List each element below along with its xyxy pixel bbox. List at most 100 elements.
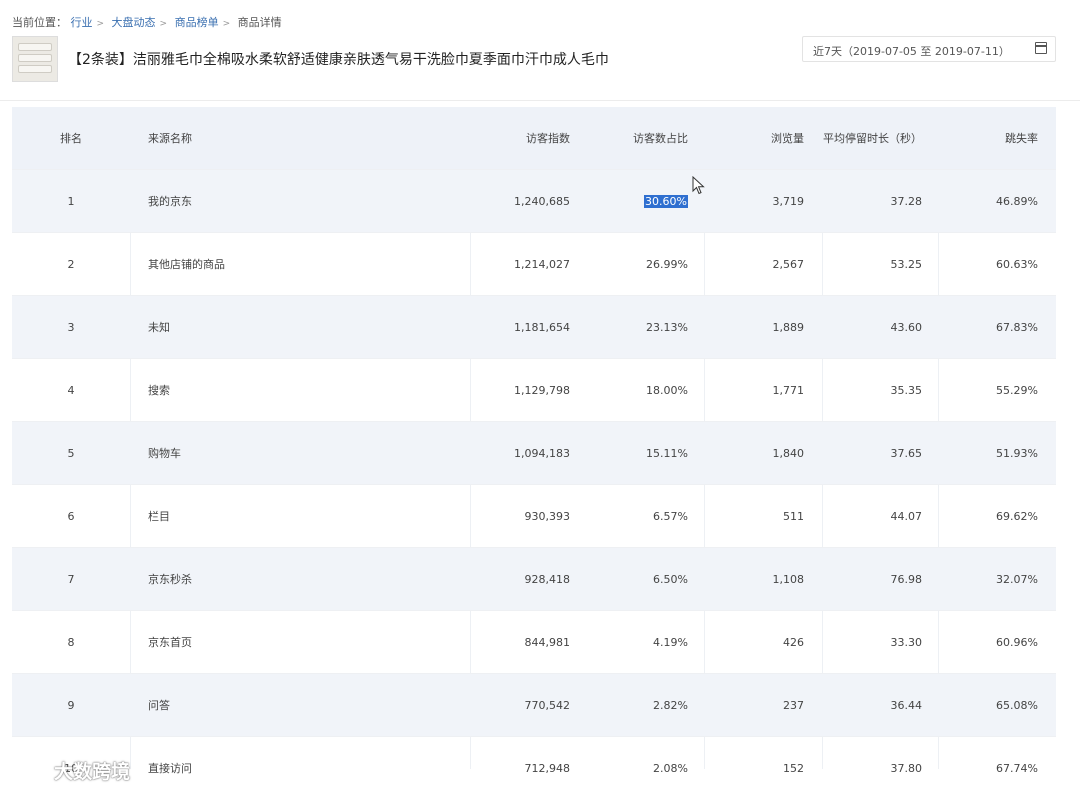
table-row[interactable]: 5 购物车 1,094,183 15.11% 1,840 37.65 51.93% — [12, 422, 1056, 485]
header-visitors[interactable]: 访客指数 — [526, 130, 570, 146]
table-row[interactable]: 8 京东首页 844,981 4.19% 426 33.30 60.96% — [12, 611, 1056, 674]
header-views[interactable]: 浏览量 — [771, 130, 804, 146]
cell-source: 京东秒杀 — [148, 571, 192, 587]
cell-views-text: 426 — [783, 635, 804, 649]
breadcrumb-item-market[interactable]: 大盘动态 — [112, 16, 156, 29]
cell-bounce: 32.07% — [996, 573, 1038, 586]
cell-source: 问答 — [148, 697, 170, 713]
header-stay[interactable]: 平均停留时长（秒） — [823, 130, 922, 146]
cell-source: 直接访问 — [148, 760, 192, 776]
header-rank[interactable]: 排名 — [12, 130, 130, 146]
cell-visitors: 844,981 — [525, 636, 571, 649]
cell-rank: 3 — [12, 321, 130, 334]
cell-share-text: 2.08% — [653, 761, 688, 775]
cell-bounce: 60.63% — [996, 258, 1038, 271]
divider — [0, 100, 1080, 101]
cell-share: 30.60% — [644, 194, 688, 208]
cell-stay: 33.30 — [891, 636, 923, 649]
cell-bounce-text: 55.29% — [996, 383, 1038, 397]
cell-bounce-text: 65.08% — [996, 698, 1038, 712]
cell-bounce: 65.08% — [996, 699, 1038, 712]
table-row[interactable]: 4 搜索 1,129,798 18.00% 1,771 35.35 55.29% — [12, 359, 1056, 422]
product-title: 【2条装】洁丽雅毛巾全棉吸水柔软舒适健康亲肤透气易干洗脸巾夏季面巾汗巾成人毛巾 — [68, 52, 609, 68]
table-row[interactable]: 9 问答 770,542 2.82% 237 36.44 65.08% — [12, 674, 1056, 737]
cell-source: 未知 — [148, 319, 170, 335]
cell-views: 1,889 — [773, 321, 805, 334]
chevron-right-icon: > — [96, 19, 105, 29]
table-header: 排名 来源名称 访客指数 访客数占比 浏览量 平均停留时长（秒） 跳失率 — [12, 107, 1056, 170]
date-range-picker[interactable]: 近7天（2019-07-05 至 2019-07-11） — [802, 36, 1056, 62]
cell-visitors: 930,393 — [525, 510, 571, 523]
cell-visitors-text: 1,181,654 — [514, 320, 570, 334]
cell-source-text: 我的京东 — [148, 195, 192, 208]
cell-views: 1,840 — [773, 447, 805, 460]
cell-stay: 76.98 — [891, 573, 923, 586]
table-row[interactable]: 6 栏目 930,393 6.57% 511 44.07 69.62% — [12, 485, 1056, 548]
header-source[interactable]: 来源名称 — [148, 130, 192, 146]
cell-stay: 43.60 — [891, 321, 923, 334]
breadcrumb-item-industry[interactable]: 行业 — [71, 16, 93, 29]
towel-shape — [18, 65, 52, 73]
cell-stay: 44.07 — [891, 510, 923, 523]
cell-source: 京东首页 — [148, 634, 192, 650]
cell-share-text: 30.60% — [644, 194, 688, 208]
cell-stay: 37.80 — [891, 762, 923, 775]
table-row[interactable]: 10 直接访问 712,948 2.08% 152 37.80 67.74% — [12, 737, 1056, 790]
cell-share: 4.19% — [653, 636, 688, 649]
product-thumbnail[interactable] — [12, 36, 58, 82]
cell-visitors-text: 844,981 — [524, 635, 571, 649]
cell-stay: 36.44 — [891, 699, 923, 712]
cell-share: 2.82% — [653, 699, 688, 712]
cell-stay: 37.28 — [891, 195, 923, 208]
cell-source-text: 栏目 — [148, 510, 170, 523]
cell-views-text: 1,108 — [772, 572, 805, 586]
table-row[interactable]: 1 我的京东 1,240,685 30.60% 3,719 37.28 46.89% — [12, 170, 1056, 233]
breadcrumb-item-ranking[interactable]: 商品榜单 — [175, 16, 219, 29]
cell-visitors: 1,214,027 — [514, 258, 570, 271]
cell-bounce-text: 67.74% — [996, 761, 1038, 775]
cell-rank: 9 — [12, 699, 130, 712]
table-row[interactable]: 7 京东秒杀 928,418 6.50% 1,108 76.98 32.07% — [12, 548, 1056, 611]
cell-bounce: 51.93% — [996, 447, 1038, 460]
cell-stay-text: 44.07 — [890, 509, 923, 523]
cell-visitors-text: 1,240,685 — [514, 194, 570, 208]
cell-views: 426 — [783, 636, 804, 649]
towel-shape — [18, 54, 52, 62]
cell-bounce-text: 67.83% — [996, 320, 1038, 334]
calendar-icon[interactable] — [1035, 42, 1047, 54]
cell-stay-text: 33.30 — [890, 635, 923, 649]
cell-rank: 5 — [12, 447, 130, 460]
table-row[interactable]: 2 其他店铺的商品 1,214,027 26.99% 2,567 53.25 60.63% — [12, 233, 1056, 296]
cell-share: 15.11% — [646, 447, 688, 460]
header-bounce[interactable]: 跳失率 — [1005, 130, 1038, 146]
cell-views-text: 1,840 — [772, 446, 805, 460]
cell-views-text: 3,719 — [772, 194, 805, 208]
cell-share: 6.50% — [653, 573, 688, 586]
cell-source: 购物车 — [148, 445, 181, 461]
cell-visitors-text: 712,948 — [524, 761, 571, 775]
cell-visitors: 928,418 — [525, 573, 571, 586]
breadcrumb-label: 当前位置： — [12, 16, 67, 29]
cell-stay: 37.65 — [891, 447, 923, 460]
cell-rank-text: 9 — [67, 698, 75, 712]
cell-bounce: 55.29% — [996, 384, 1038, 397]
towel-shape — [18, 43, 52, 51]
mouse-cursor-icon — [692, 176, 705, 195]
cell-views-text: 1,889 — [772, 320, 805, 334]
cell-bounce-text: 51.93% — [996, 446, 1038, 460]
cell-visitors: 712,948 — [525, 762, 571, 775]
cell-visitors-text: 928,418 — [524, 572, 571, 586]
cell-visitors-text: 770,542 — [524, 698, 571, 712]
cell-views: 1,771 — [773, 384, 805, 397]
cell-share-text: 2.82% — [653, 698, 688, 712]
cell-share-text: 4.19% — [653, 635, 688, 649]
table-row[interactable]: 3 未知 1,181,654 23.13% 1,889 43.60 67.83% — [12, 296, 1056, 359]
header-share[interactable]: 访客数占比 — [633, 130, 688, 146]
cell-views: 3,719 — [773, 195, 805, 208]
cell-bounce: 67.74% — [996, 762, 1038, 775]
cell-rank: 6 — [12, 510, 130, 523]
cell-rank-text: 5 — [67, 446, 75, 460]
cell-share: 2.08% — [653, 762, 688, 775]
cell-source-text: 其他店铺的商品 — [148, 258, 225, 271]
cell-source-text: 搜索 — [148, 384, 170, 397]
